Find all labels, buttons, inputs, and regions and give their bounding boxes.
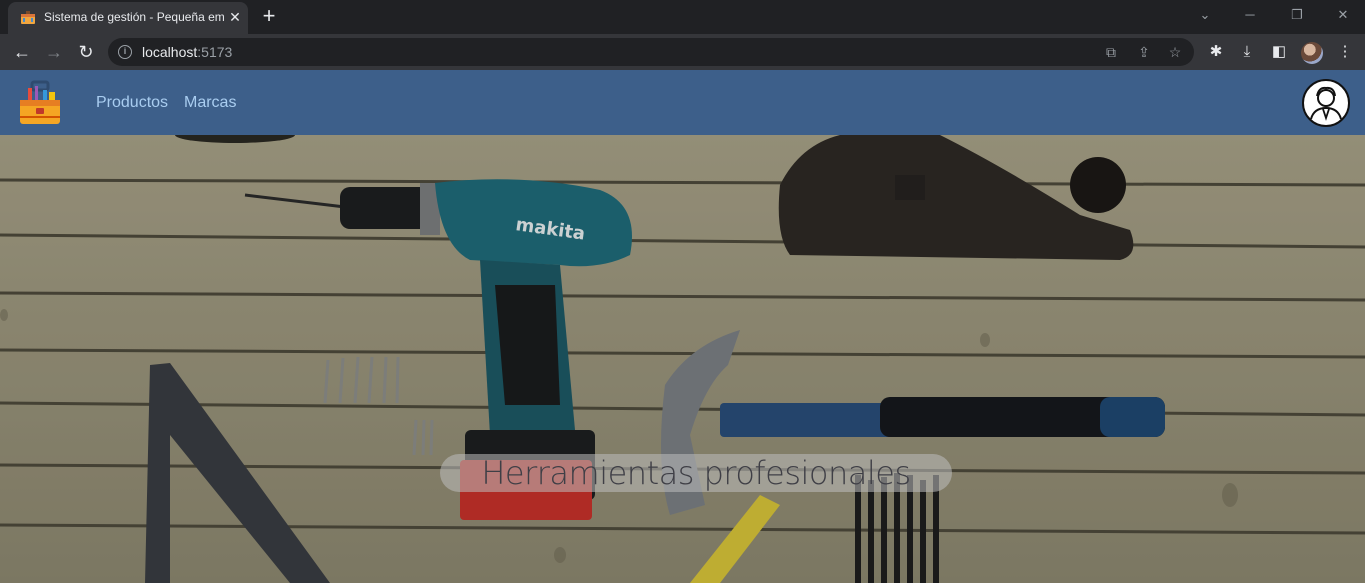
close-tab-icon[interactable]: ✕	[226, 8, 244, 26]
nav-link-productos[interactable]: Productos	[96, 94, 168, 112]
extensions-icon[interactable]: ✱	[1206, 42, 1226, 62]
restore-button[interactable]: ❐	[1285, 4, 1309, 26]
download-icon[interactable]: ⤓	[1237, 42, 1257, 62]
toolbox-logo-icon[interactable]	[18, 80, 62, 126]
minimize-button[interactable]: ─	[1238, 4, 1262, 26]
nav-link-marcas[interactable]: Marcas	[184, 94, 236, 112]
browser-toolbar: ← → ↻ i localhost:5173 ⧉ ⇪ ☆ ✱ ⤓ ◧ ⋮	[0, 34, 1365, 70]
address-bar[interactable]: i localhost:5173 ⧉ ⇪ ☆	[108, 38, 1194, 66]
tab-search-icon[interactable]: ⌄	[1193, 4, 1217, 26]
share-icon[interactable]: ⇪	[1135, 43, 1153, 61]
profile-avatar[interactable]	[1301, 42, 1323, 64]
browser-tab[interactable]: Sistema de gestión - Pequeña em ✕	[8, 2, 248, 34]
hero-banner: makita Herramientas profesionales	[0, 135, 1365, 583]
hero-caption: Herramientas profesionales	[440, 454, 952, 492]
site-info-icon[interactable]: i	[118, 45, 132, 59]
tab-title: Sistema de gestión - Pequeña em	[44, 10, 224, 24]
menu-kebab-icon[interactable]: ⋮	[1335, 42, 1355, 62]
app-navbar: Productos Marcas	[0, 70, 1365, 135]
translate-icon[interactable]: ⧉	[1102, 43, 1120, 61]
bookmark-star-icon[interactable]: ☆	[1166, 43, 1184, 61]
reload-button[interactable]: ↻	[74, 40, 98, 64]
close-window-button[interactable]: ✕	[1331, 4, 1355, 26]
new-tab-button[interactable]: +	[258, 5, 280, 28]
url-port: :5173	[197, 44, 233, 60]
url-text: localhost:5173	[142, 44, 232, 60]
browser-titlebar: Sistema de gestión - Pequeña em ✕ + ⌄ ─ …	[0, 0, 1365, 34]
forward-button[interactable]: →	[42, 40, 66, 64]
toolbox-favicon-icon	[21, 11, 35, 24]
tools-background-image: makita	[0, 135, 1365, 583]
back-button[interactable]: ←	[10, 40, 34, 64]
user-avatar-icon[interactable]	[1301, 78, 1351, 128]
url-host: localhost	[142, 44, 198, 60]
side-panel-icon[interactable]: ◧	[1269, 42, 1289, 62]
